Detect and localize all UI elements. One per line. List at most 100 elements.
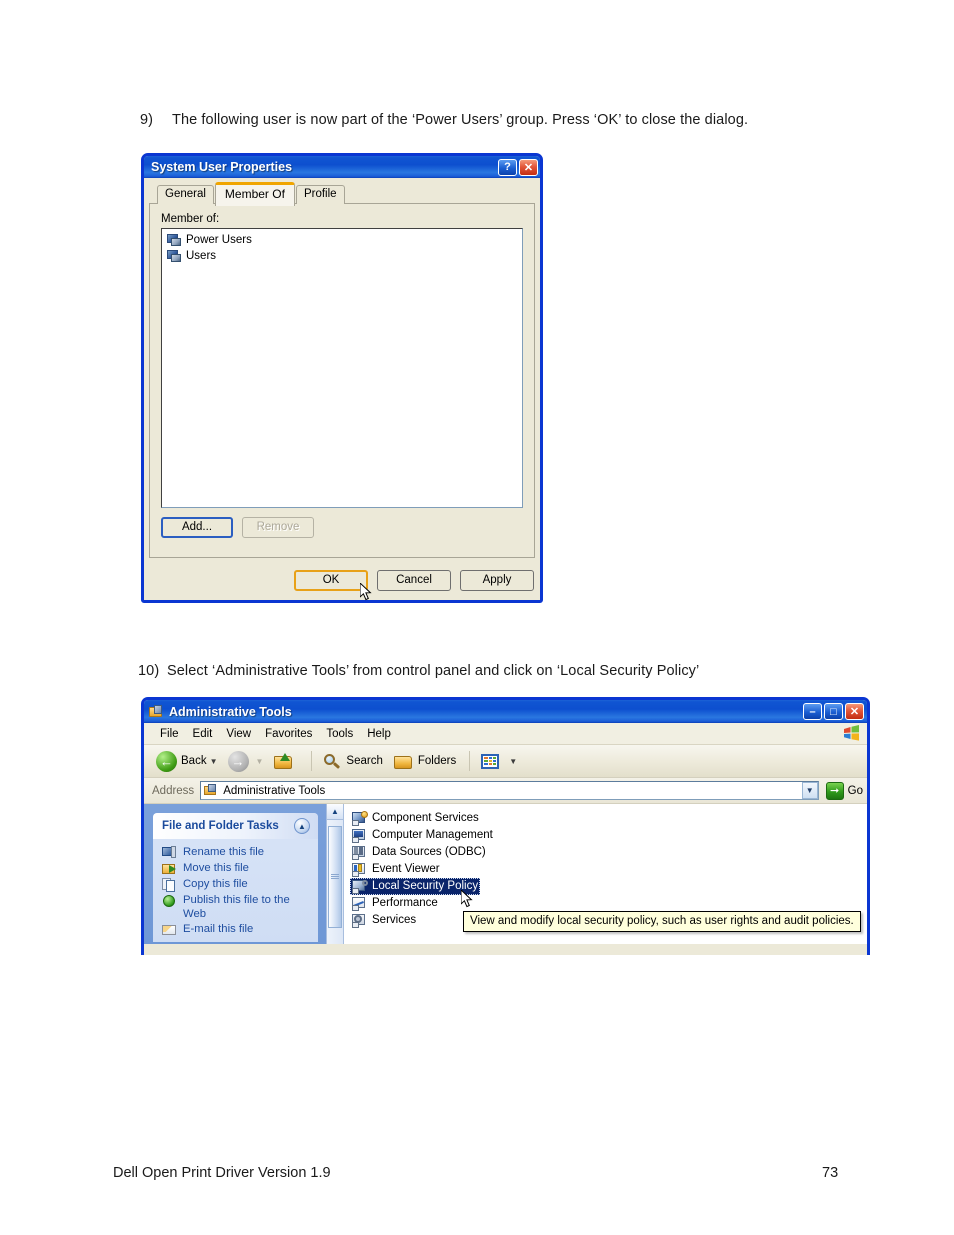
maximize-icon[interactable]: □ — [824, 703, 843, 720]
windows-flag-icon — [844, 725, 859, 741]
go-arrow-icon: ➞ — [825, 781, 844, 800]
task-card-header[interactable]: File and Folder Tasks ▲ — [153, 813, 318, 839]
chevron-down-icon[interactable]: ▼ — [210, 757, 218, 766]
member-of-label: Member of: — [161, 213, 220, 225]
address-bar: Address Administrative Tools ▼ ➞ Go — [144, 778, 867, 804]
window-title-bar[interactable]: Administrative Tools – □ ✕ — [144, 700, 867, 723]
chevron-down-icon[interactable]: ▼ — [801, 782, 818, 799]
task-item-email[interactable]: E-mail this file — [153, 922, 318, 938]
forward-arrow-icon: → — [227, 750, 249, 772]
views-button[interactable]: ▼ — [476, 750, 520, 773]
window-title: Administrative Tools — [169, 704, 292, 719]
tab-general[interactable]: General — [157, 185, 214, 204]
back-arrow-icon: ← — [156, 750, 177, 772]
list-item-label: Local Security Policy — [372, 880, 479, 892]
go-button[interactable]: ➞ Go — [825, 781, 863, 800]
list-item-event-viewer[interactable]: Event Viewer — [350, 861, 442, 878]
task-item-move[interactable]: Move this file — [153, 861, 318, 877]
list-item[interactable]: Users — [164, 248, 520, 264]
file-and-folder-tasks-card: File and Folder Tasks ▲ Rename this file… — [153, 813, 318, 942]
list-item-label: Event Viewer — [372, 863, 440, 875]
list-item-label: Users — [186, 250, 217, 262]
member-of-list[interactable]: Power Users Users — [161, 228, 523, 508]
list-item-computer-management[interactable]: Computer Management — [350, 827, 495, 844]
search-button[interactable]: Search — [318, 750, 385, 773]
step-10-number: 10) — [138, 663, 160, 679]
move-icon — [162, 862, 177, 876]
menu-favorites[interactable]: Favorites — [258, 727, 319, 741]
copy-icon — [162, 878, 177, 892]
step-9-number: 9) — [140, 112, 154, 128]
folder-icon — [204, 784, 218, 797]
list-item-performance[interactable]: Performance — [350, 895, 440, 912]
task-item-label: Move this file — [183, 862, 249, 874]
dialog-title-bar[interactable]: System User Properties ? ✕ — [144, 156, 540, 178]
services-icon — [352, 913, 368, 928]
back-button[interactable]: ← Back ▼ — [153, 749, 221, 774]
list-item-label: Services — [372, 914, 417, 926]
list-item-data-sources[interactable]: Data Sources (ODBC) — [350, 844, 488, 861]
list-item-component-services[interactable]: Component Services — [350, 810, 481, 827]
task-item-copy[interactable]: Copy this file — [153, 877, 318, 893]
ok-button[interactable]: OK — [294, 570, 368, 591]
tab-member-of[interactable]: Member Of — [214, 182, 295, 206]
chevron-up-icon[interactable]: ▲ — [294, 818, 310, 834]
list-item[interactable]: Power Users — [164, 232, 520, 248]
scrollbar-thumb[interactable] — [328, 826, 342, 928]
close-icon[interactable]: ✕ — [519, 158, 538, 176]
menu-help[interactable]: Help — [360, 727, 398, 741]
chevron-down-icon[interactable]: ▼ — [509, 757, 517, 766]
list-item-services[interactable]: Services — [350, 912, 418, 929]
folder-icon — [393, 752, 414, 771]
local-security-policy-icon — [352, 879, 368, 894]
dialog-title: System User Properties — [151, 160, 293, 174]
computer-management-icon — [352, 828, 368, 843]
list-item-label: Computer Management — [372, 829, 493, 841]
rename-icon — [162, 846, 177, 860]
task-item-label: Copy this file — [183, 878, 248, 890]
task-list: Rename this file Move this file Copy thi… — [153, 839, 318, 942]
content-scrollbar[interactable]: ▲ — [326, 804, 344, 944]
step-10-text: Select ‘Administrative Tools’ from contr… — [167, 663, 700, 679]
event-viewer-icon — [352, 862, 368, 877]
close-icon[interactable]: ✕ — [845, 703, 864, 720]
minimize-icon[interactable]: – — [803, 703, 822, 720]
group-icon — [167, 249, 182, 263]
component-services-icon — [352, 811, 368, 826]
menu-edit[interactable]: Edit — [186, 727, 220, 741]
task-pane: File and Folder Tasks ▲ Rename this file… — [144, 804, 326, 944]
member-list-buttons: Add... Remove — [161, 517, 523, 538]
apply-button[interactable]: Apply — [460, 570, 534, 591]
help-icon[interactable]: ? — [498, 158, 517, 176]
list-item-label: Component Services — [372, 812, 479, 824]
publish-icon — [162, 894, 177, 908]
folders-button[interactable]: Folders — [390, 750, 459, 773]
views-grid-icon — [479, 752, 502, 771]
list-item-label: Data Sources (ODBC) — [372, 846, 486, 858]
list-item-local-security-policy[interactable]: Local Security Policy — [350, 878, 481, 895]
cancel-button[interactable]: Cancel — [377, 570, 451, 591]
data-sources-icon — [352, 845, 368, 860]
footer-product-name: Dell Open Print Driver Version 1.9 — [113, 1165, 331, 1181]
menu-view[interactable]: View — [219, 727, 258, 741]
add-button[interactable]: Add... — [161, 517, 233, 538]
address-input[interactable]: Administrative Tools ▼ — [200, 781, 819, 800]
task-item-publish[interactable]: Publish this file to the Web — [153, 893, 318, 922]
step-10-instruction: 10) Select ‘Administrative Tools’ from co… — [138, 663, 699, 679]
scroll-up-icon[interactable]: ▲ — [327, 804, 343, 820]
tab-profile[interactable]: Profile — [295, 185, 345, 204]
search-label: Search — [346, 755, 383, 767]
folders-label: Folders — [417, 755, 457, 767]
up-button[interactable] — [270, 750, 301, 773]
menu-tools[interactable]: Tools — [319, 727, 360, 741]
step-9-instruction: 9) The following user is now part of the … — [140, 112, 748, 128]
performance-icon — [352, 896, 368, 911]
email-icon — [162, 923, 177, 937]
dialog-body: General Member Of Profile Member of: Pow… — [144, 178, 540, 600]
menu-file[interactable]: File — [153, 727, 186, 741]
task-item-label: Publish this file to the Web — [183, 894, 290, 920]
footer-page-number: 73 — [822, 1165, 839, 1181]
task-item-label: E-mail this file — [183, 923, 254, 935]
task-item-rename[interactable]: Rename this file — [153, 845, 318, 861]
toolbar-separator — [311, 751, 313, 771]
